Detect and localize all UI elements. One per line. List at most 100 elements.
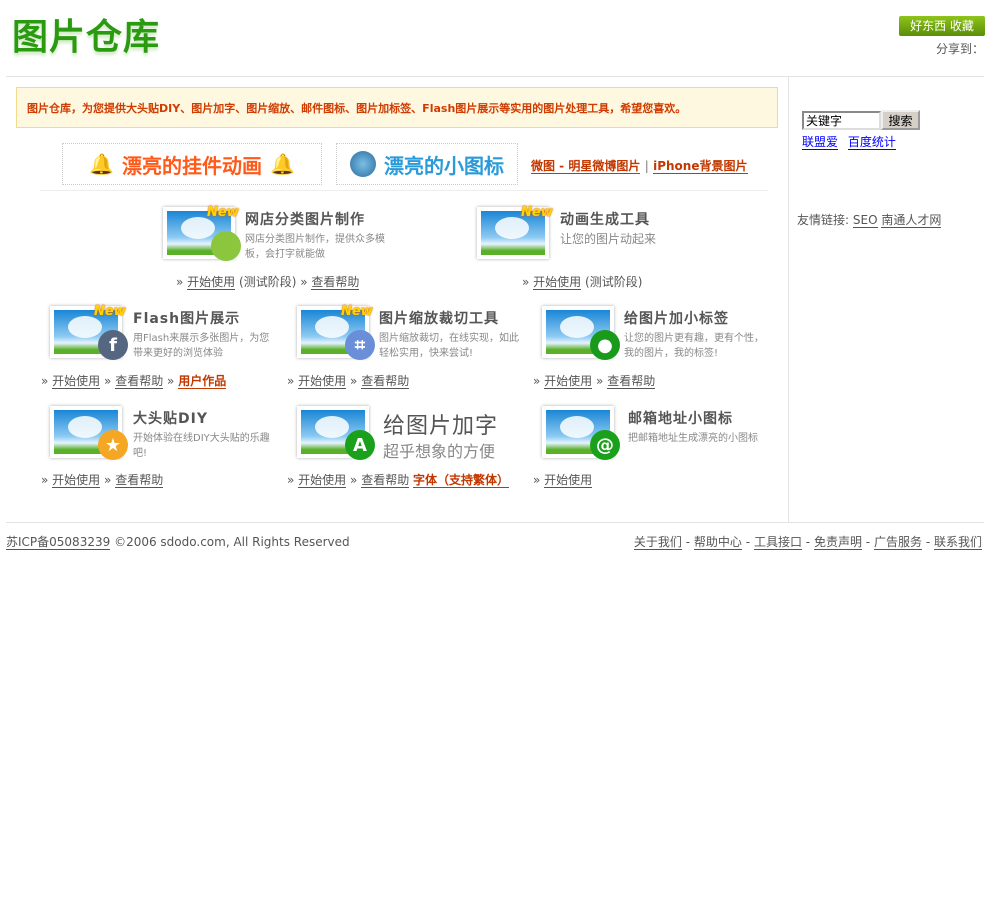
arrow-icon: » — [167, 374, 175, 388]
tool-link[interactable]: 查看帮助 — [115, 374, 164, 389]
tool-description: 用Flash来展示多张图片，为您带来更好的浏览体验 — [133, 333, 270, 359]
tool-link[interactable]: 用户作品 — [178, 374, 227, 389]
footer-link[interactable]: 联系我们 — [933, 535, 982, 550]
flash-slideshow-info: Flash图片展示 用Flash来展示多张图片，为您带来更好的浏览体验 — [133, 308, 273, 361]
arrow-icon: » — [104, 374, 112, 388]
tag-icon: ● — [590, 330, 620, 360]
tool-description: 让您的图片更有趣，更有个性，我的图片，我的标签! — [624, 333, 764, 359]
tool-link[interactable]: 查看帮助 — [361, 374, 410, 389]
separator: - — [925, 535, 931, 549]
shop-category-image-info: 网店分类图片制作 网店分类图片制作，提供众多模板，会打字就能做 — [245, 209, 385, 262]
footer-link[interactable]: 帮助中心 — [693, 535, 742, 550]
arrow-icon: » — [300, 275, 308, 289]
tool-link[interactable]: 字体（支持繁体） — [413, 473, 510, 488]
lianmengai-link[interactable]: 联盟爱 — [802, 135, 839, 150]
cloud-icon — [68, 316, 102, 338]
top-links: 微图 - 明星微博图片 | iPhone背景图片 — [531, 157, 748, 174]
globe-icon — [350, 151, 376, 177]
tool-link[interactable]: 查看帮助 — [607, 374, 656, 389]
cloud-icon — [560, 316, 594, 338]
tool-link[interactable]: 开始使用 — [533, 275, 582, 290]
search-button[interactable]: 搜索 — [881, 110, 920, 130]
tool-link[interactable]: 开始使用 — [544, 374, 593, 389]
column-divider — [788, 76, 789, 523]
image-resize-crop-thumbnail[interactable]: New ⌗ — [297, 304, 375, 360]
new-badge: New — [207, 205, 239, 220]
shop-category-image-thumbnail[interactable]: New — [163, 205, 241, 261]
arrow-icon: » — [287, 473, 295, 487]
footer-link[interactable]: 关于我们 — [633, 535, 682, 550]
arrow-icon: » — [41, 473, 49, 487]
tool-note: (测试阶段) — [585, 275, 643, 289]
cloud-icon — [560, 416, 594, 438]
image-tag-thumbnail[interactable]: ● — [542, 306, 620, 360]
tool-link[interactable]: 查看帮助 — [115, 473, 164, 488]
search-form: 搜索 — [802, 110, 920, 130]
image-resize-crop-links: » 开始使用 » 查看帮助 — [287, 372, 410, 389]
arrow-icon: » — [533, 473, 541, 487]
tool-description: 开始体验在线DIY大头贴的乐趣吧! — [133, 433, 270, 459]
tool-link[interactable]: 开始使用 — [544, 473, 593, 488]
arrow-icon: » — [350, 473, 358, 487]
tool-title: 大头贴DIY — [133, 411, 208, 427]
arrow-icon: » — [41, 374, 49, 388]
image-tag-links: » 开始使用 » 查看帮助 — [533, 372, 656, 389]
search-input[interactable] — [802, 111, 881, 130]
copyright-text: ©2006 sdodo.com, All Rights Reserved — [114, 535, 350, 549]
tool-link[interactable]: 开始使用 — [52, 374, 101, 389]
separator: | — [644, 159, 649, 173]
cloud-icon — [495, 217, 529, 239]
banner-text: 漂亮的小图标 — [384, 153, 504, 178]
tool-note: (测试阶段) — [239, 275, 297, 289]
tool-title: 邮箱地址小图标 — [628, 411, 733, 427]
shop-category-image-links: » 开始使用 (测试阶段) » 查看帮助 — [176, 273, 360, 290]
separator: - — [745, 535, 751, 549]
text-on-image-links: » 开始使用 » 查看帮助 字体（支持繁体） — [287, 471, 510, 488]
banner-widget-animation[interactable]: 🔔 漂亮的挂件动画 🔔 — [62, 143, 322, 185]
favorite-button[interactable]: 好东西 收藏 — [899, 16, 985, 36]
arrow-icon: » — [287, 374, 295, 388]
tool-link[interactable]: 开始使用 — [187, 275, 236, 290]
share-label: 分享到： — [936, 42, 985, 56]
footer-copyright: 苏ICP备05083239 ©2006 sdodo.com, All Right… — [6, 533, 350, 550]
photo-sticker-icon: ★ — [98, 430, 128, 460]
baidu-stats-link[interactable]: 百度统计 — [847, 135, 896, 150]
site-logo[interactable]: 图片仓库 — [12, 8, 160, 60]
tool-link[interactable]: 开始使用 — [52, 473, 101, 488]
footer-divider — [6, 522, 984, 523]
text-on-image-info: 给图片加字 超乎想象的方便 — [383, 408, 543, 461]
arrow-icon: » — [176, 275, 184, 289]
section-divider — [40, 190, 768, 191]
photo-sticker-diy-links: » 开始使用 » 查看帮助 — [41, 471, 164, 488]
icp-link[interactable]: 苏ICP备05083239 — [6, 535, 111, 550]
friend-link-seo[interactable]: SEO — [852, 213, 878, 228]
tool-description: 让您的图片动起来 — [560, 232, 657, 246]
friends-label: 友情链接: — [797, 213, 850, 227]
weibo-images-link[interactable]: 微图 - 明星微博图片 — [531, 159, 641, 174]
tool-link[interactable]: 开始使用 — [298, 374, 347, 389]
at-icon: @ — [590, 430, 620, 460]
bells-icon: 🔔 — [89, 152, 114, 176]
flash-slideshow-links: » 开始使用 » 查看帮助 » 用户作品 — [41, 372, 227, 389]
photo-sticker-diy-thumbnail[interactable]: ★ — [50, 406, 128, 460]
cloud-icon — [315, 316, 349, 338]
footer-link[interactable]: 广告服务 — [873, 535, 922, 550]
tool-description: 超乎想象的方便 — [383, 442, 496, 461]
text-on-image-thumbnail[interactable]: A — [297, 406, 375, 460]
tool-link[interactable]: 查看帮助 — [311, 275, 360, 290]
separator: - — [865, 535, 871, 549]
tool-link[interactable]: 开始使用 — [298, 473, 347, 488]
email-icon-thumbnail[interactable]: @ — [542, 406, 620, 460]
friend-link-nantong[interactable]: 南通人才网 — [881, 213, 942, 228]
banner-text: 漂亮的挂件动画 — [122, 153, 262, 178]
footer-link[interactable]: 免责声明 — [813, 535, 862, 550]
animation-generator-thumbnail[interactable]: New — [477, 205, 553, 259]
tool-link[interactable]: 查看帮助 — [361, 473, 410, 488]
separator: - — [805, 535, 811, 549]
iphone-wallpaper-link[interactable]: iPhone背景图片 — [653, 159, 748, 174]
tool-title: 网店分类图片制作 — [245, 212, 365, 228]
banner-small-icons[interactable]: 漂亮的小图标 — [336, 143, 518, 185]
footer-link[interactable]: 工具接口 — [753, 535, 802, 550]
crop-icon: ⌗ — [345, 330, 375, 360]
flash-slideshow-thumbnail[interactable]: New f — [50, 304, 128, 360]
